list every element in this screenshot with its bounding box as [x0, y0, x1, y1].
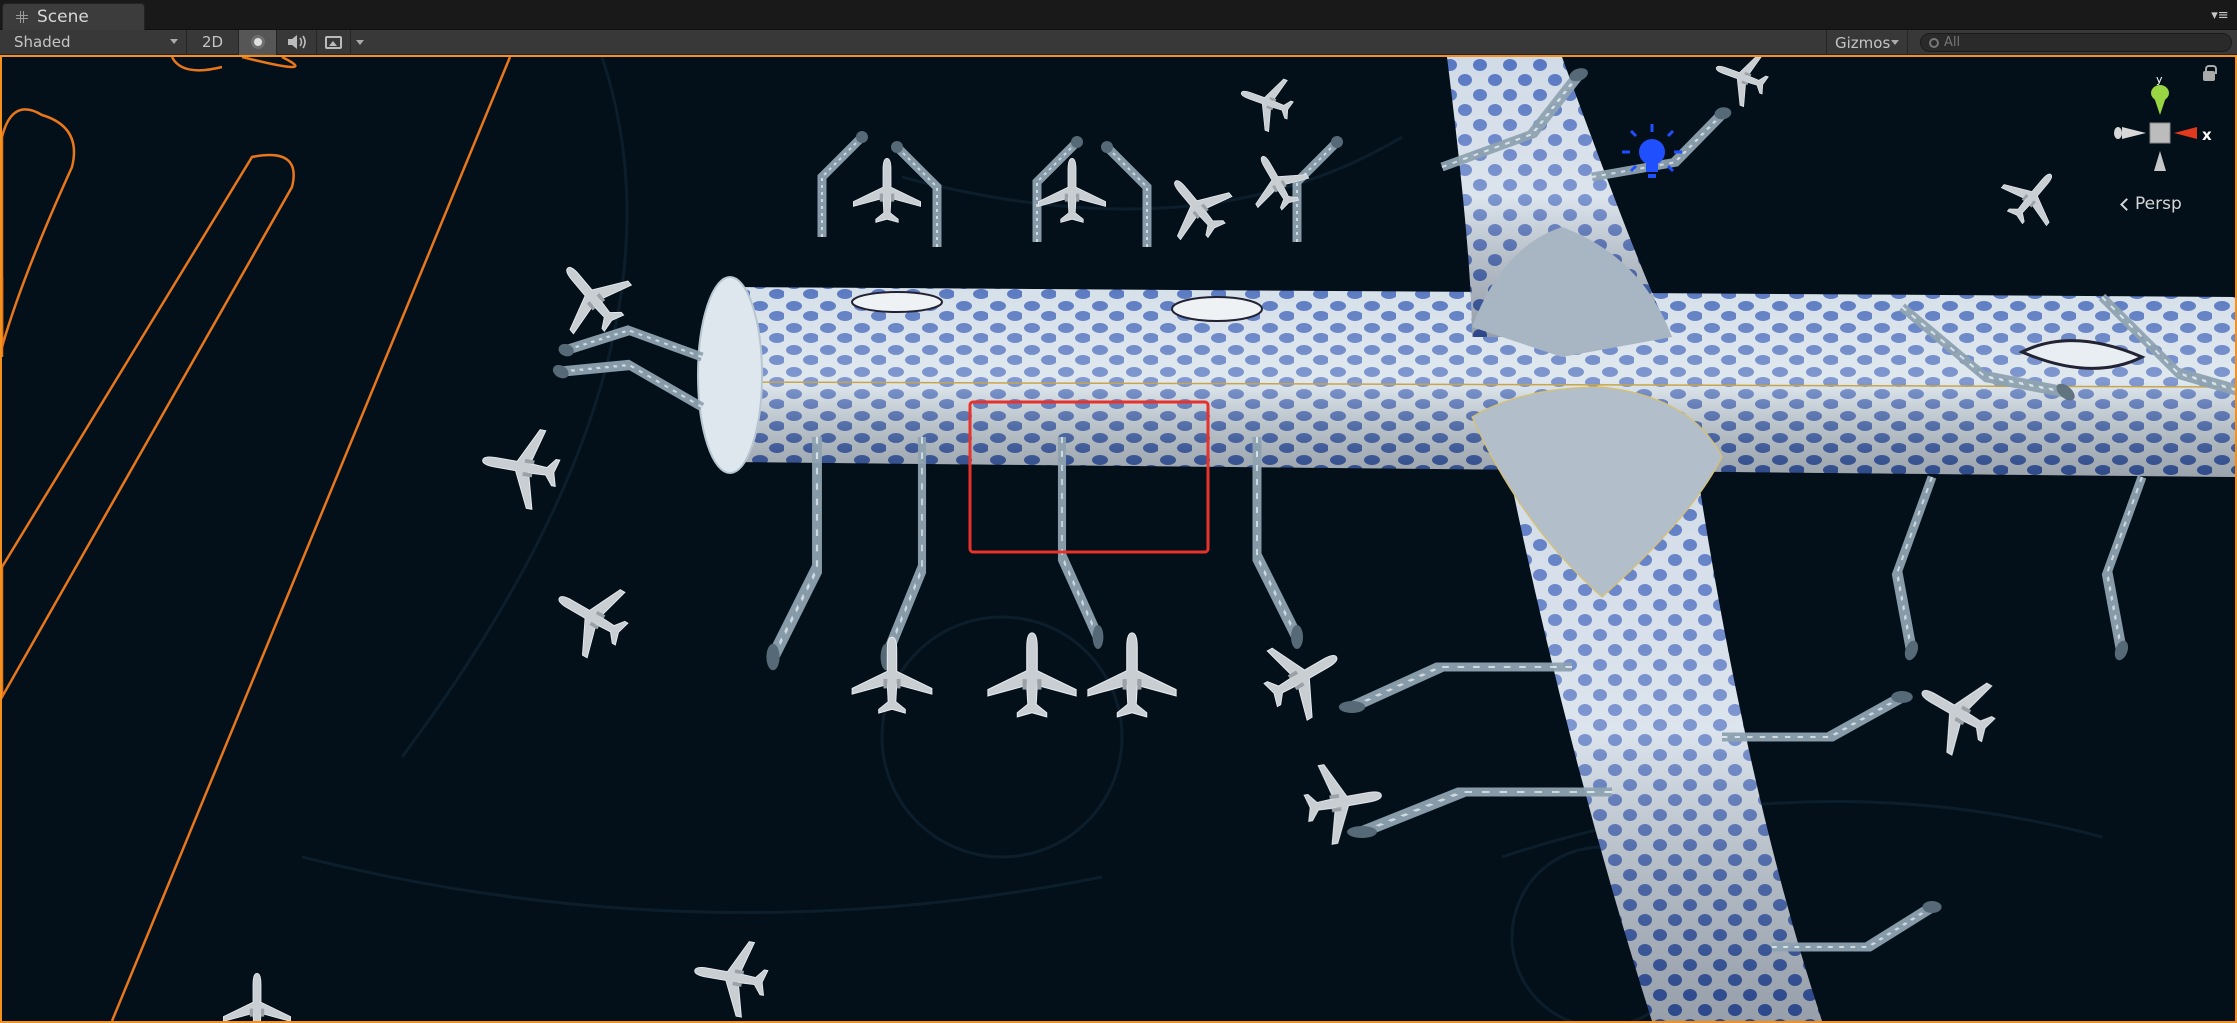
neg-y-axis-icon [2154, 151, 2166, 171]
x-axis-icon [2174, 127, 2197, 139]
chevron-down-icon [356, 39, 364, 45]
projection-label: Persp [2135, 194, 2182, 214]
chevron-down-icon [1891, 40, 1899, 45]
x-axis-label: x [2202, 126, 2212, 144]
chevron-left-icon [2120, 197, 2133, 211]
scene-toolbar: Shaded 2D Gizmos [0, 29, 2237, 55]
grid-icon [13, 8, 31, 26]
scene-render [2, 57, 2235, 1021]
scene-lighting-button[interactable] [239, 29, 277, 55]
search-icon [1929, 37, 1939, 48]
projection-toggle[interactable]: Persp [2120, 194, 2182, 214]
scene-effects-icon [325, 35, 342, 49]
scene-effects-button[interactable] [317, 29, 351, 55]
y-axis-label: y [2156, 77, 2163, 86]
scene-effects-dropdown[interactable] [351, 30, 369, 55]
scene-audio-button[interactable] [277, 29, 317, 55]
window-menu-icon[interactable]: ▾≡ [2209, 8, 2231, 24]
toggle-2d-button[interactable]: 2D [187, 29, 239, 55]
tab-bar: Scene ▾≡ [0, 0, 2237, 30]
lock-icon[interactable] [2203, 65, 2217, 81]
orientation-gizmo[interactable]: y x [2102, 77, 2232, 207]
neg-x-axis-icon [2122, 127, 2146, 139]
toggle-2d-label: 2D [201, 33, 224, 51]
gizmo-center-icon [2149, 122, 2171, 144]
scene-lighting-icon [253, 38, 262, 46]
tab-scene[interactable]: Scene [2, 3, 145, 30]
shading-mode-dropdown[interactable]: Shaded [0, 29, 187, 55]
scene-audio-icon [287, 35, 306, 49]
tab-scene-label: Scene [37, 7, 89, 27]
scene-viewport[interactable]: y x Persp [0, 55, 2237, 1023]
gizmos-label: Gizmos [1835, 33, 1891, 52]
shading-mode-label: Shaded [14, 33, 71, 51]
scene-search-field[interactable] [1920, 33, 2232, 52]
search-input[interactable] [1944, 35, 2214, 50]
gizmos-dropdown[interactable]: Gizmos [1826, 30, 1908, 55]
chevron-down-icon [170, 38, 178, 44]
